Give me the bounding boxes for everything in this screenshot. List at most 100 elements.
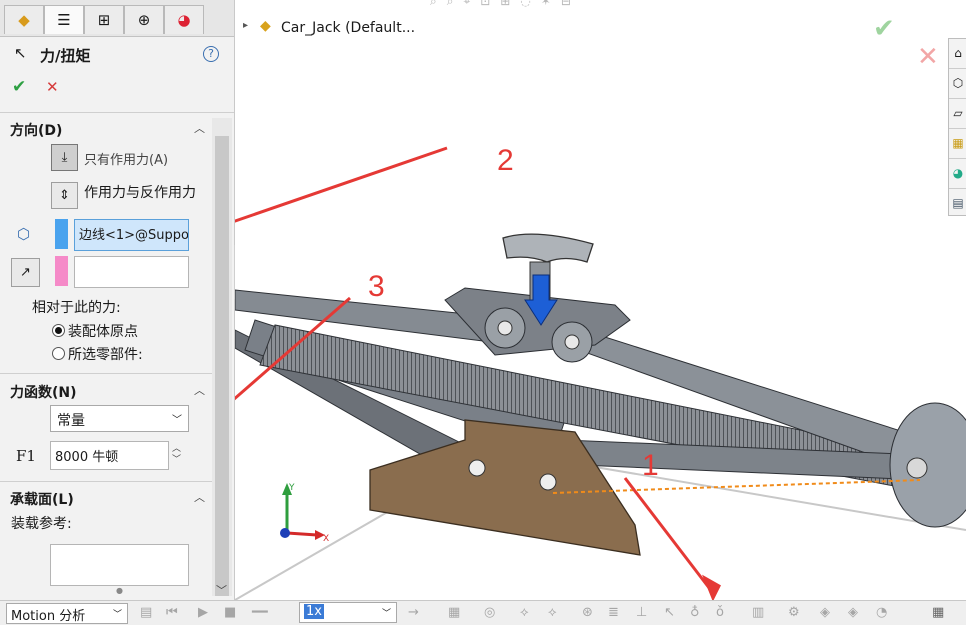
- pivot-hole: [497, 320, 513, 336]
- direction-reference-field[interactable]: [74, 256, 189, 288]
- annotation-label-1: 1: [642, 449, 659, 482]
- scroll-down-icon[interactable]: ﹀: [216, 582, 227, 598]
- force-only-button[interactable]: ⤓: [51, 144, 78, 171]
- motor-icon[interactable]: ⊛: [582, 605, 593, 620]
- slider-icon[interactable]: ━━: [252, 605, 268, 620]
- resize-grip-icon[interactable]: ●: [116, 586, 123, 595]
- relative-force-label: 相对于此的力:: [32, 300, 121, 316]
- collapse-icon[interactable]: ◈: [820, 605, 830, 620]
- configuration-icon: ⊞: [97, 11, 111, 29]
- parts-library-icon[interactable]: ⬡: [949, 69, 966, 99]
- reverse-direction-icon: ↗: [20, 265, 31, 280]
- play-from-start-icon[interactable]: ⏮: [166, 605, 178, 620]
- divider: [0, 481, 212, 482]
- property-manager-icon: ☰: [57, 11, 71, 29]
- force-function-section-header[interactable]: 力函数(N): [10, 382, 77, 402]
- ok-button[interactable]: ✔: [12, 77, 26, 97]
- base-hole: [468, 459, 486, 477]
- chevron-up-icon[interactable]: ︿: [194, 489, 205, 505]
- double-arrow-icon: ⇕: [59, 188, 70, 203]
- view-results-icon[interactable]: ◈: [848, 605, 858, 620]
- jack-handle: [502, 233, 594, 263]
- end-pivot-hole: [906, 457, 928, 479]
- damper-icon[interactable]: ⊥: [636, 605, 647, 620]
- help-icon[interactable]: ?: [203, 46, 219, 62]
- annotation-label-3: 3: [368, 270, 385, 303]
- assembly-icon: ◆: [260, 18, 271, 34]
- tab-feature-manager[interactable]: ◆: [4, 5, 44, 34]
- action-reaction-button[interactable]: ⇕: [51, 182, 78, 209]
- load-face-section-header[interactable]: 承载面(L): [10, 489, 74, 509]
- force-value-input[interactable]: 8000 牛顿: [50, 441, 169, 470]
- heads-up-toolbar[interactable]: ⌕⌕⌖⊡⊞◌✶⊟: [430, 0, 581, 9]
- home-icon[interactable]: ⌂: [949, 39, 966, 69]
- results-plots-icon[interactable]: ▥: [752, 605, 764, 620]
- palette-icon[interactable]: ▦: [949, 129, 966, 159]
- force-icon[interactable]: ↖: [664, 605, 675, 620]
- radio-selected-icon: [52, 324, 65, 337]
- contact-icon[interactable]: ♁: [690, 605, 700, 620]
- confirm-cancel-icon[interactable]: ✕: [917, 42, 939, 72]
- pivot-hole: [564, 334, 580, 350]
- f1-label: F1: [16, 447, 36, 465]
- scrollbar[interactable]: [212, 118, 232, 596]
- triad-x-label: X: [323, 534, 329, 544]
- chevron-up-icon[interactable]: ︿: [194, 120, 205, 136]
- tab-configuration-manager[interactable]: ⊞: [84, 5, 124, 34]
- options-icon[interactable]: ◔: [876, 605, 887, 620]
- task-pane: ⌂ ⬡ ▱ ▦ ◕ ▤: [948, 38, 966, 216]
- pointer-icon: ↖: [14, 44, 27, 62]
- spin-buttons[interactable]: ︿ ﹀: [172, 444, 181, 466]
- chevron-down-icon: ﹀: [172, 415, 182, 426]
- appearances-icon[interactable]: ◕: [949, 159, 966, 189]
- play-icon[interactable]: ▶: [198, 605, 208, 620]
- annotation-label-2: 2: [497, 144, 514, 177]
- study-type-select[interactable]: Motion 分析 ﹀: [6, 603, 128, 624]
- function-type-select[interactable]: 常量 ﹀: [50, 405, 189, 432]
- edge-selection-icon: ⬡: [17, 225, 31, 243]
- spring-icon[interactable]: ≣: [608, 605, 619, 620]
- graphics-viewport[interactable]: 2 3 1 Y X ▸ ◆ Car_Jack (Default... ⌕⌕⌖⊡⊞…: [235, 0, 966, 600]
- tree-expand-icon[interactable]: ▸: [243, 20, 248, 31]
- cancel-button[interactable]: ✕: [46, 78, 59, 96]
- gravity-icon[interactable]: ǒ: [716, 605, 724, 620]
- model-render: 2 3 1 Y X: [235, 144, 966, 600]
- tab-display-manager[interactable]: ◕: [164, 5, 204, 34]
- load-reference-label: 装载参考:: [11, 516, 72, 532]
- appearance-icon: ◕: [177, 11, 191, 29]
- playback-mode-icon[interactable]: →: [408, 605, 419, 620]
- end-block: [889, 402, 966, 528]
- study-properties-icon[interactable]: ⚙: [788, 605, 800, 620]
- scroll-thumb[interactable]: [215, 136, 229, 596]
- add-key-icon[interactable]: ⟡: [548, 605, 557, 620]
- playback-speed-select[interactable]: 1x ﹀: [299, 602, 397, 623]
- chevron-down-icon: ﹀: [112, 610, 122, 620]
- tab-property-manager[interactable]: ☰: [44, 5, 84, 34]
- radio-unselected-icon: [52, 347, 65, 360]
- confirm-ok-icon[interactable]: ✔: [873, 14, 895, 44]
- radio-assembly-origin[interactable]: 装配体原点: [52, 321, 138, 341]
- reverse-direction-button[interactable]: ↗: [11, 258, 40, 287]
- stop-icon[interactable]: ■: [224, 605, 236, 620]
- chevron-down-icon: ﹀: [381, 609, 391, 619]
- selected-edge-field[interactable]: 边线<1>@Suppo: [74, 219, 189, 251]
- file-explorer-icon[interactable]: ▱: [949, 99, 966, 129]
- direction-section-header[interactable]: 方向(D): [10, 120, 62, 140]
- tab-dimxpert[interactable]: ⊕: [124, 5, 164, 34]
- radio-selected-part[interactable]: 所选零部件:: [52, 344, 143, 364]
- calculate-icon[interactable]: ▤: [140, 605, 152, 620]
- animation-wizard-icon[interactable]: ◎: [484, 605, 495, 620]
- base-hole: [539, 473, 557, 491]
- coordinate-triad: Y X: [280, 483, 329, 544]
- feature-tree-icon: ◆: [18, 11, 30, 29]
- autokey-icon[interactable]: ⟡: [520, 605, 529, 620]
- divider: [0, 112, 234, 113]
- load-reference-field[interactable]: [50, 544, 189, 586]
- custom-properties-icon[interactable]: ▤: [949, 189, 966, 218]
- manager-tabs: ◆ ☰ ⊞ ⊕ ◕: [0, 0, 234, 37]
- crosshair-icon: ⊕: [137, 11, 151, 29]
- tree-root-item[interactable]: Car_Jack (Default...: [281, 20, 415, 36]
- chevron-up-icon[interactable]: ︿: [194, 382, 205, 398]
- calculator-icon[interactable]: ▦: [932, 605, 944, 620]
- save-animation-icon[interactable]: ▦: [448, 605, 460, 620]
